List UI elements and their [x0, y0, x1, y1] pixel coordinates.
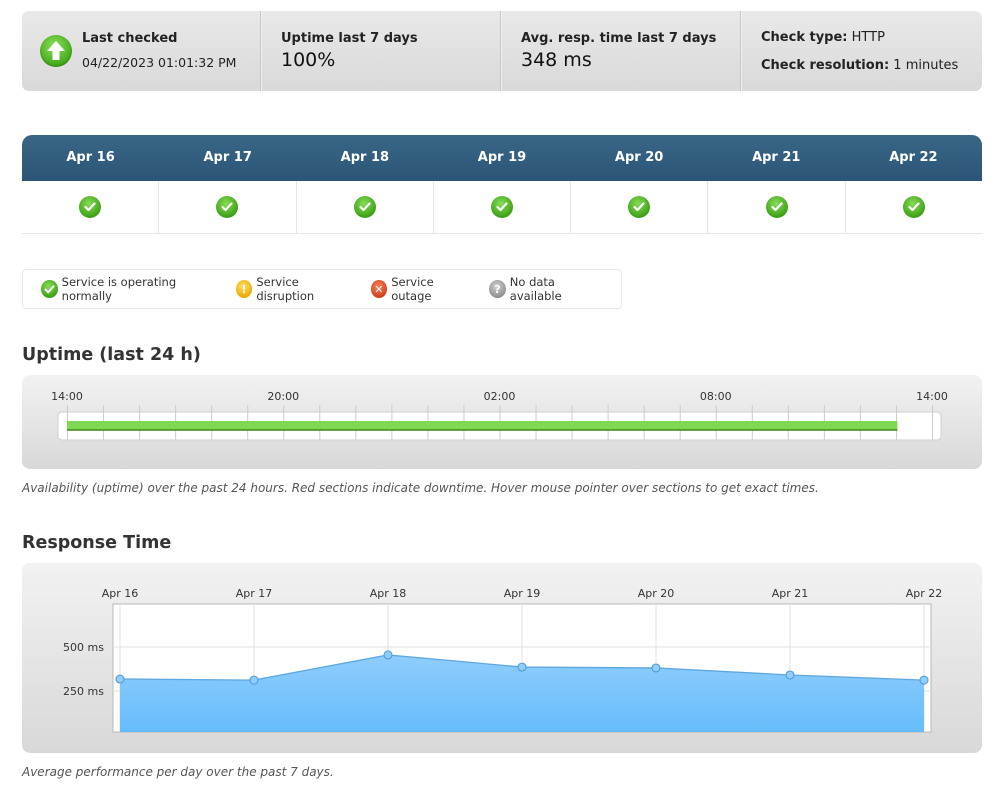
uptime-caption: Availability (uptime) over the past 24 h… [22, 481, 819, 495]
legend-item: Service is operating normally [41, 275, 218, 303]
legend-label: Service is operating normally [61, 275, 177, 303]
check-type: Check type: HTTP [761, 30, 885, 45]
day-header-6: Apr 22 [889, 150, 938, 165]
day-header-4: Apr 20 [614, 150, 664, 165]
summary-bar: Last checked 04/22/2023 01:01:32 PM Upti… [22, 11, 982, 91]
check-icon [41, 280, 58, 298]
y-tick-label: 250 ms [63, 685, 104, 698]
legend-label: No data available [509, 275, 562, 303]
legend-item: ! Service disruption [235, 275, 353, 303]
avg-resp-value: 348 ms [521, 49, 592, 71]
check-icon [902, 196, 925, 218]
uptime-tick-label: 14:00 [51, 390, 83, 403]
uptime-tick-label: 02:00 [484, 390, 516, 403]
uptime-tick-label: 08:00 [700, 390, 732, 403]
uptime-tick-label: 14:00 [916, 390, 948, 403]
exclamation-icon: ! [235, 280, 253, 298]
uptime-title: Uptime (last 24 h) [22, 345, 201, 365]
avg-resp-label: Avg. resp. time last 7 days [521, 31, 717, 46]
last-checked-label: Last checked [82, 31, 178, 46]
response-time-chart: 250 ms 500 ms Apr 16 Apr 17 Apr 18 Apr 19 Apr … [63, 587, 943, 733]
day-header-3: Apr 19 [477, 150, 527, 165]
last-checked-cell: Last checked 04/22/2023 01:01:32 PM [22, 11, 261, 91]
daily-status-row [22, 181, 982, 234]
avg-resp-cell: Avg. resp. time last 7 days 348 ms [501, 11, 741, 91]
daily-status-header: Apr 16 Apr 17 Apr 18 Apr 19 Apr 20 Apr 21 Apr … [22, 135, 982, 181]
response-point[interactable] [517, 662, 527, 672]
day-status-cell[interactable] [434, 181, 572, 233]
day-header-2: Apr 18 [340, 150, 390, 165]
response-point[interactable] [919, 675, 929, 685]
check-icon [79, 196, 102, 218]
uptime-value: 100% [281, 49, 336, 71]
day-status-cell[interactable] [571, 181, 709, 233]
check-icon [216, 196, 239, 218]
check-resolution-value: 1 minutes [893, 58, 959, 73]
x-icon: ✕ [370, 280, 388, 298]
up-arrow-icon [40, 35, 72, 67]
day-status-cell[interactable] [708, 181, 846, 233]
check-info-cell: Check type: HTTP Check resolution: 1 min… [741, 11, 982, 91]
check-icon [628, 196, 651, 218]
question-icon: ? [489, 280, 506, 298]
x-tick-label: Apr 17 [236, 587, 273, 600]
response-point[interactable] [383, 650, 393, 660]
uptime-tick-label: 20:00 [267, 390, 299, 403]
check-resolution-label: Check resolution: [761, 58, 890, 73]
check-icon [765, 196, 788, 218]
daily-status-table: Apr 16 Apr 17 Apr 18 Apr 19 Apr 20 Apr 21 Apr … [22, 135, 982, 235]
x-tick-label: Apr 21 [772, 587, 809, 600]
x-tick-label: Apr 22 [906, 587, 943, 600]
x-tick-label: Apr 20 [638, 587, 675, 600]
uptime-up-segment[interactable] [67, 421, 898, 430]
day-header-5: Apr 21 [752, 150, 801, 165]
uptime-cell: Uptime last 7 days 100% [261, 11, 501, 91]
status-legend: Service is operating normally! Service di… [22, 269, 622, 309]
day-status-cell[interactable] [297, 181, 434, 233]
legend-item: ✕ Service outage [370, 275, 472, 303]
day-header-1: Apr 17 [203, 150, 252, 165]
response-point[interactable] [249, 675, 259, 685]
day-header-0: Apr 16 [66, 150, 115, 165]
legend-item: ? No data available [489, 275, 603, 303]
x-tick-label: Apr 19 [504, 587, 541, 600]
check-icon [353, 196, 376, 218]
y-tick-label: 500 ms [63, 641, 104, 654]
day-status-cell[interactable] [846, 181, 982, 233]
response-point[interactable] [651, 663, 661, 673]
check-type-value: HTTP [851, 30, 885, 45]
day-status-cell[interactable] [22, 181, 160, 233]
day-status-cell[interactable] [159, 181, 297, 233]
legend-label: Service outage [391, 275, 434, 303]
response-panel: 250 ms 500 ms Apr 16 Apr 17 Apr 18 Apr 19 Apr … [22, 563, 982, 753]
x-tick-label: Apr 18 [370, 587, 407, 600]
check-icon [490, 196, 513, 218]
response-caption: Average performance per day over the pas… [22, 765, 334, 779]
uptime-label: Uptime last 7 days [281, 31, 418, 46]
x-tick-label: Apr 16 [102, 587, 139, 600]
response-title: Response Time [22, 533, 172, 553]
check-resolution: Check resolution: 1 minutes [761, 58, 958, 73]
check-type-label: Check type: [761, 30, 848, 45]
response-point[interactable] [785, 670, 795, 680]
response-point[interactable] [115, 674, 125, 684]
uptime-panel: 14:00 20:00 02:00 08:00 14:00 [22, 375, 982, 469]
last-checked-value: 04/22/2023 01:01:32 PM [82, 55, 237, 70]
legend-label: Service disruption [256, 275, 315, 303]
uptime-timeline[interactable]: 14:00 20:00 02:00 08:00 14:00 [22, 375, 982, 469]
